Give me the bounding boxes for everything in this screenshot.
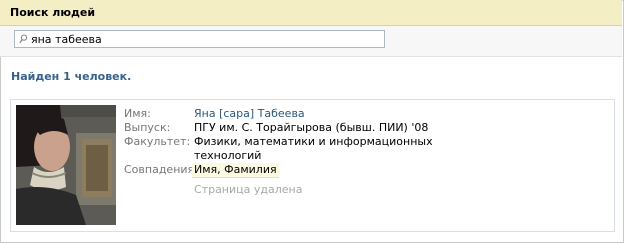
search-field[interactable] (14, 30, 385, 48)
person-name-link[interactable]: Яна [сара] Табеева (194, 107, 305, 120)
faculty-value-line1: Физики, математики и информационных (194, 135, 433, 148)
search-icon (19, 34, 28, 44)
matches-label: Совпадения: (124, 163, 198, 176)
person-field-values: Яна [сара] Табеева ПГУ им. С. Торайгыров… (192, 107, 454, 197)
section-title: Поиск людей (10, 6, 96, 19)
search-bar (0, 26, 622, 57)
section-header: Поиск людей (0, 0, 622, 26)
search-input[interactable] (31, 31, 381, 47)
results-count: Найден 1 человек. (11, 70, 132, 83)
faculty-value-line2: технологий (194, 149, 262, 162)
graduation-label: Выпуск: (124, 121, 171, 134)
graduation-value: ПГУ им. С. Торайгырова (бывш. ПИИ) '08 (194, 121, 429, 134)
name-label: Имя: (124, 107, 151, 120)
person-result-card: Имя: Выпуск: Факультет: Совпадения: Яна … (10, 99, 615, 232)
person-field-labels: Имя: Выпуск: Факультет: Совпадения: (124, 107, 198, 177)
matches-value: Имя, Фамилия (192, 163, 279, 178)
person-photo[interactable] (16, 105, 116, 225)
faculty-label: Факультет: (124, 135, 191, 148)
page-deleted-status: Страница удалена (194, 183, 303, 196)
